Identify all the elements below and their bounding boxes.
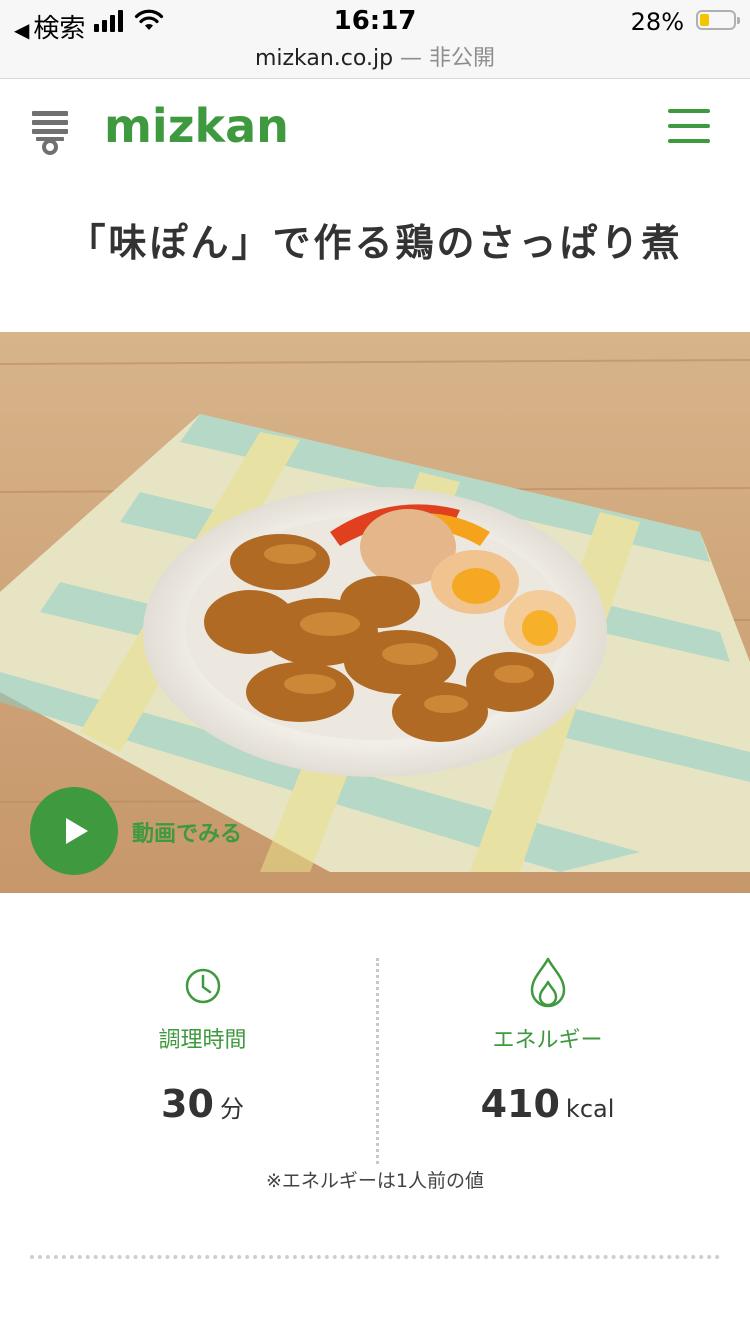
energy-value: 410 kcal bbox=[360, 1082, 735, 1126]
clock-icon bbox=[185, 968, 220, 1004]
watch-video-link[interactable]: 動画でみる bbox=[132, 816, 242, 848]
mizkan-logo[interactable]: mizkan bbox=[104, 99, 289, 153]
cook-time-number: 30 bbox=[161, 1082, 214, 1126]
recipe-info: 調理時間 30 分 エネルギー 410 kcal bbox=[0, 930, 750, 1164]
url-separator: — bbox=[393, 46, 430, 71]
play-icon bbox=[66, 818, 88, 844]
battery-percent: 28% bbox=[630, 8, 684, 36]
cook-time-value: 30 分 bbox=[15, 1082, 390, 1126]
recipe-title: 「味ぽん」で作る鶏のさっぱり煮 bbox=[67, 221, 683, 265]
private-mode-label: 非公開 bbox=[429, 46, 496, 71]
url-domain: mizkan.co.jp bbox=[254, 46, 394, 71]
cook-time-block: 調理時間 30 分 bbox=[15, 930, 390, 1126]
energy-number: 410 bbox=[480, 1082, 560, 1126]
battery-icon bbox=[696, 10, 740, 30]
energy-unit: kcal bbox=[565, 1095, 615, 1123]
browser-status-bar: ◀ 検索 16:17 28% mizkan.co.jp — 非公開 bbox=[0, 0, 750, 79]
cook-time-unit: 分 bbox=[219, 1095, 244, 1123]
site-header: mizkan bbox=[0, 79, 750, 179]
energy-note: ※エネルギーは1人前の値 bbox=[265, 1170, 484, 1192]
play-video-button[interactable] bbox=[30, 787, 118, 875]
recipe-hero-photo[interactable]: 動画でみる bbox=[0, 332, 750, 893]
hamburger-menu-icon[interactable] bbox=[668, 109, 712, 145]
cook-time-label: 調理時間 bbox=[158, 1028, 247, 1053]
energy-label: エネルギー bbox=[492, 1028, 603, 1053]
flame-icon bbox=[530, 957, 565, 1008]
recipe-stack-icon[interactable] bbox=[30, 111, 70, 155]
url-bar[interactable]: mizkan.co.jp — 非公開 bbox=[0, 40, 750, 72]
energy-block: エネルギー 410 kcal bbox=[360, 930, 735, 1126]
section-divider bbox=[30, 1255, 720, 1259]
